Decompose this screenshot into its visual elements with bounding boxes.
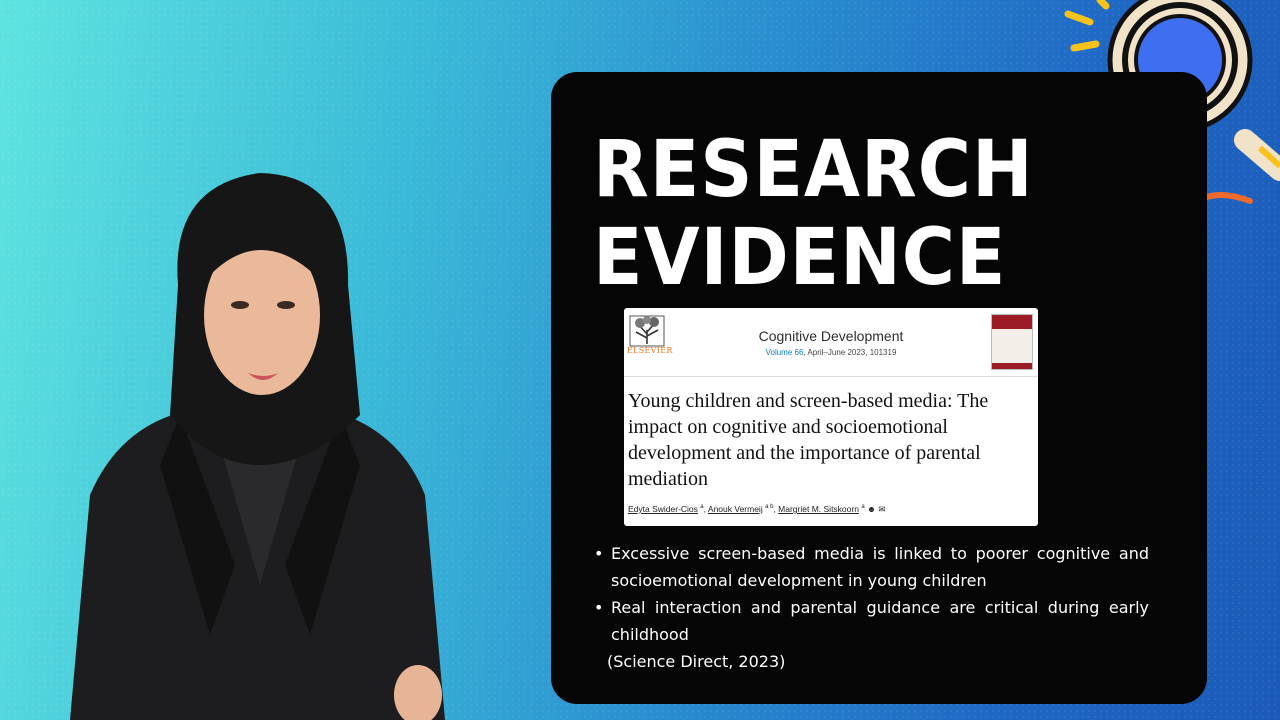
author-2-affiliation: a b (765, 504, 774, 511)
heading-line-1: RESEARCH (593, 125, 1034, 215)
author-1-affiliation: a (700, 504, 704, 511)
divider (624, 376, 1038, 377)
envelope-icon: ✉ (878, 504, 886, 514)
finding-item: Excessive screen-based media is linked t… (593, 540, 1149, 594)
author-list: Edyta Swider-Cios a, Anouk Vermeij a b, … (628, 504, 886, 514)
journal-volume-link: Volume 66 (765, 348, 804, 357)
journal-name: Cognitive Development (758, 328, 904, 344)
slide-heading: RESEARCH EVIDENCE (593, 126, 1034, 302)
finding-item: Real interaction and parental guidance a… (593, 594, 1149, 648)
paper-screenshot: ELSEVIER Cognitive Development Volume 66… (624, 308, 1038, 526)
author-3: Margriet M. Sitskoorn (778, 504, 859, 514)
journal-issue: Volume 66, April–June 2023, 101319 (624, 348, 1038, 357)
author-1: Edyta Swider-Cios (628, 504, 698, 514)
person-icon: ☻ (867, 504, 876, 514)
heading-line-2: EVIDENCE (593, 213, 1007, 303)
article-title: Young children and screen-based media: T… (628, 390, 989, 490)
citation: (Science Direct, 2023) (607, 652, 786, 671)
journal-issue-detail: , April–June 2023, 101319 (803, 348, 897, 357)
presenter-video (70, 173, 445, 720)
journal-cover-thumbnail (991, 314, 1033, 370)
author-2: Anouk Vermeij (707, 504, 763, 514)
key-findings-list: Excessive screen-based media is linked t… (593, 540, 1149, 648)
author-3-affiliation: a (861, 504, 865, 511)
